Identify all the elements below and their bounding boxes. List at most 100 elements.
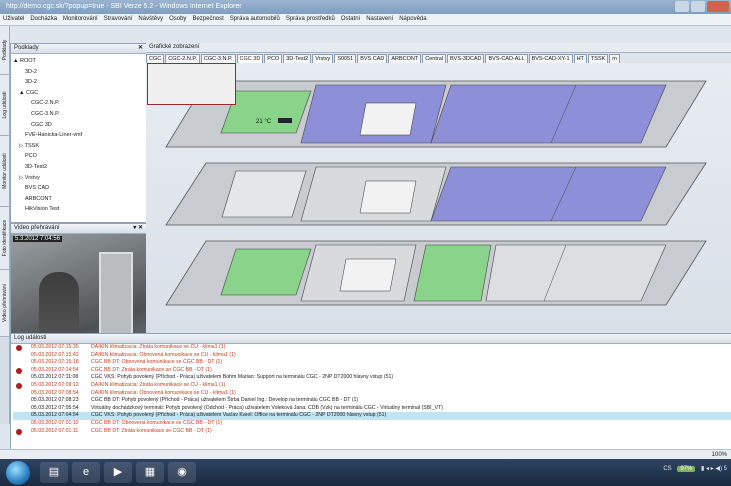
floor-top[interactable]: 21 °C	[165, 80, 707, 148]
menu-item[interactable]: Monitorování	[63, 16, 98, 22]
log-text: Virtuálny dochádzkový terminál: Pohyb po…	[91, 404, 443, 411]
tree-item[interactable]: ▷ TSSK	[13, 141, 146, 152]
log-row[interactable]: 05.03.2012 07:01:12 CGC BB DT: Obnovená k…	[13, 420, 731, 428]
tree-item[interactable]: FVE-Hanicka-Liner-vmf	[13, 130, 146, 141]
log-row[interactable]: 05.03.2012 07:14:54 CGC BB DT: Ztráta kom…	[13, 367, 731, 375]
event-log-list: 05.03.2012 07:15:35 DAIKIN klimatizacia: …	[11, 344, 731, 435]
floor-middle[interactable]	[165, 162, 707, 226]
alert-icon	[16, 428, 22, 435]
alert-icon	[16, 382, 22, 389]
log-date: 05.03.2012 07:15:42	[31, 351, 79, 358]
tree-item[interactable]: 3D-2	[13, 77, 146, 88]
tree-item[interactable]: 3D-2	[13, 67, 146, 78]
explorer-taskbar-icon[interactable]: ▤	[40, 462, 68, 483]
vtab-log-udalosti[interactable]: Log události	[0, 75, 9, 136]
paint-taskbar-icon[interactable]: ▦	[136, 462, 164, 483]
vtab-video-prehravani[interactable]: Video přehrávání	[0, 270, 9, 337]
event-log-title: Log události	[14, 335, 47, 341]
log-row[interactable]: 05.03.2012 07:01:11 CGC BB DT: Ztráta kom…	[13, 428, 731, 436]
tree-item[interactable]: HikVision Test	[13, 204, 146, 215]
log-row[interactable]: 05.03.2012 07:15:35 DAIKIN klimatizacia: …	[13, 344, 731, 352]
log-row[interactable]: 05.03.2012 07:11:08 CGC VKS: Pohyb povole…	[13, 374, 731, 382]
tree-item[interactable]: ARBCONT	[13, 194, 146, 205]
close-button[interactable]	[707, 1, 729, 12]
menu-item[interactable]: Správa automobilů	[230, 16, 280, 22]
vtab-label: Monitor událostí	[2, 153, 8, 189]
vtab-podklady[interactable]: Podklady	[0, 26, 9, 75]
floor-tab[interactable]: CGC 3D	[236, 54, 264, 63]
chrome-taskbar-icon[interactable]: ◉	[168, 462, 196, 483]
floor-tab[interactable]: Central	[422, 54, 446, 63]
floor-tab[interactable]: CGC-3.N.P.	[200, 54, 236, 63]
log-row[interactable]: 05.03.2012 07:15:42 DAIKIN klimatizacia: …	[13, 352, 731, 360]
floor-tab[interactable]: ARBCONT	[388, 54, 422, 63]
log-row[interactable]: 05.03.2012 07:04:54 CGC VKS: Pohyb povole…	[13, 412, 731, 420]
floor-tab[interactable]: BVS-CAD-XY-1	[528, 54, 573, 63]
floor-tab[interactable]: TSSK	[587, 54, 609, 63]
menu-item[interactable]: Docházka	[30, 16, 57, 22]
log-date: 05.03.2012 07:09:12	[31, 381, 79, 388]
tree-item[interactable]: ▲ ROOT	[13, 56, 146, 67]
menu-item[interactable]: Osoby	[169, 16, 186, 22]
vtab-monitor-udalosti[interactable]: Monitor událostí	[0, 136, 9, 207]
minimap-thumbnail[interactable]	[147, 63, 236, 105]
log-date: 05.03.2012 07:04:54	[31, 412, 79, 419]
menu-item[interactable]: Nastavení	[366, 16, 393, 22]
log-text: CGC BB DT: Ztráta komunikace se CGC BB -…	[91, 366, 212, 373]
floor-tab[interactable]: Vrstvy	[312, 54, 334, 63]
ie-taskbar-icon[interactable]: e	[72, 462, 100, 483]
tree-item[interactable]: CGC 3D	[13, 120, 146, 131]
media-taskbar-icon[interactable]: ▶	[104, 462, 132, 483]
network-icon[interactable]: ▮ ◂ ▸ ◀)	[701, 466, 722, 472]
log-row[interactable]: 05.03.2012 07:08:23 CGC BB DT: Pohyb povo…	[13, 397, 731, 405]
floor-tab[interactable]: BVS CAD	[357, 54, 388, 63]
tree-item[interactable]: ▲ CGC	[13, 88, 146, 99]
menu-item[interactable]: Stravování	[104, 16, 133, 22]
tree-item[interactable]: BVS CAD	[13, 183, 146, 194]
minimize-button[interactable]	[675, 1, 689, 12]
log-date: 05.03.2012 07:05:54	[31, 404, 79, 411]
floor-bottom[interactable]	[165, 240, 707, 306]
close-icon[interactable]: ✕	[138, 44, 143, 53]
tree-item[interactable]: 3D-Test2	[13, 162, 146, 173]
tree-item[interactable]: PCO	[13, 151, 146, 162]
floor-tab[interactable]: m	[609, 54, 620, 63]
menu-item[interactable]: Návštěvy	[138, 16, 163, 22]
floor-tab[interactable]: S0051	[334, 54, 357, 63]
menu-item[interactable]: Bezpečnost	[192, 16, 223, 22]
floor-tab[interactable]: HT	[573, 54, 587, 63]
menu-item[interactable]: Ostatní	[341, 16, 360, 22]
floor-tab[interactable]: PCO	[264, 54, 283, 63]
video-panel-header: Video přehrávání ▾ ✕	[11, 224, 146, 234]
log-text: DAIKIN klimatizacia: Ztráta komunikace s…	[91, 344, 226, 350]
tree-item[interactable]: CGC-3.N.P.	[13, 109, 146, 120]
floor-tab[interactable]: BVS-3DCAD	[447, 54, 485, 63]
log-row[interactable]: 05.03.2012 07:09:12 DAIKIN klimatizacia: …	[13, 382, 731, 390]
clock[interactable]: 5	[724, 466, 727, 472]
language-indicator[interactable]: CS	[663, 466, 671, 472]
log-date: 05.03.2012 07:08:23	[31, 397, 79, 404]
menu-item[interactable]: Správa prostředků	[286, 16, 335, 22]
vtab-foto-identifikace[interactable]: Foto identifikace	[0, 207, 9, 270]
menu-bar: Uživatel Docházka Monitorování Stravování Ná…	[0, 14, 731, 26]
floor-tab[interactable]: 3D-Test2	[283, 54, 312, 63]
window-title: http://demo.cgc.sk/?popup=true - SBI Ver…	[6, 3, 242, 10]
system-tray: CS 97% ▮ ◂ ▸ ◀) 5	[663, 465, 727, 472]
maximize-button[interactable]	[691, 1, 705, 12]
camera-timestamp: 5.3.2012 7:04:56	[13, 236, 63, 242]
left-vertical-tabs: Podklady Log události Monitor událostí F…	[0, 26, 10, 424]
close-icon[interactable]: ▾ ✕	[133, 224, 143, 233]
floor-tab[interactable]: BVS-CAD-ALL	[485, 54, 528, 63]
battery-icon[interactable]: 97%	[677, 466, 696, 472]
temp-sensor-icon[interactable]	[278, 118, 292, 123]
graphic-panel-header: Grafické zobrazení	[146, 43, 731, 53]
tree-item[interactable]: ▷ Vrstvy	[13, 173, 146, 184]
floor-tab[interactable]: CGC-2.N.P.	[165, 54, 200, 63]
start-button-icon[interactable]	[6, 461, 30, 485]
menu-item[interactable]: Nápověda	[399, 16, 426, 22]
log-row[interactable]: 05.03.2012 07:05:54 Virtuálny dochádzkový…	[13, 405, 731, 413]
log-row[interactable]: 05.03.2012 07:15:18 CGC BB DT: Obnovená k…	[13, 359, 731, 367]
tree-item[interactable]: CGC-2.N.P.	[13, 98, 146, 109]
floor-tab[interactable]: CGC	[146, 54, 165, 63]
log-date: 05.03.2012 07:11:08	[31, 374, 79, 381]
